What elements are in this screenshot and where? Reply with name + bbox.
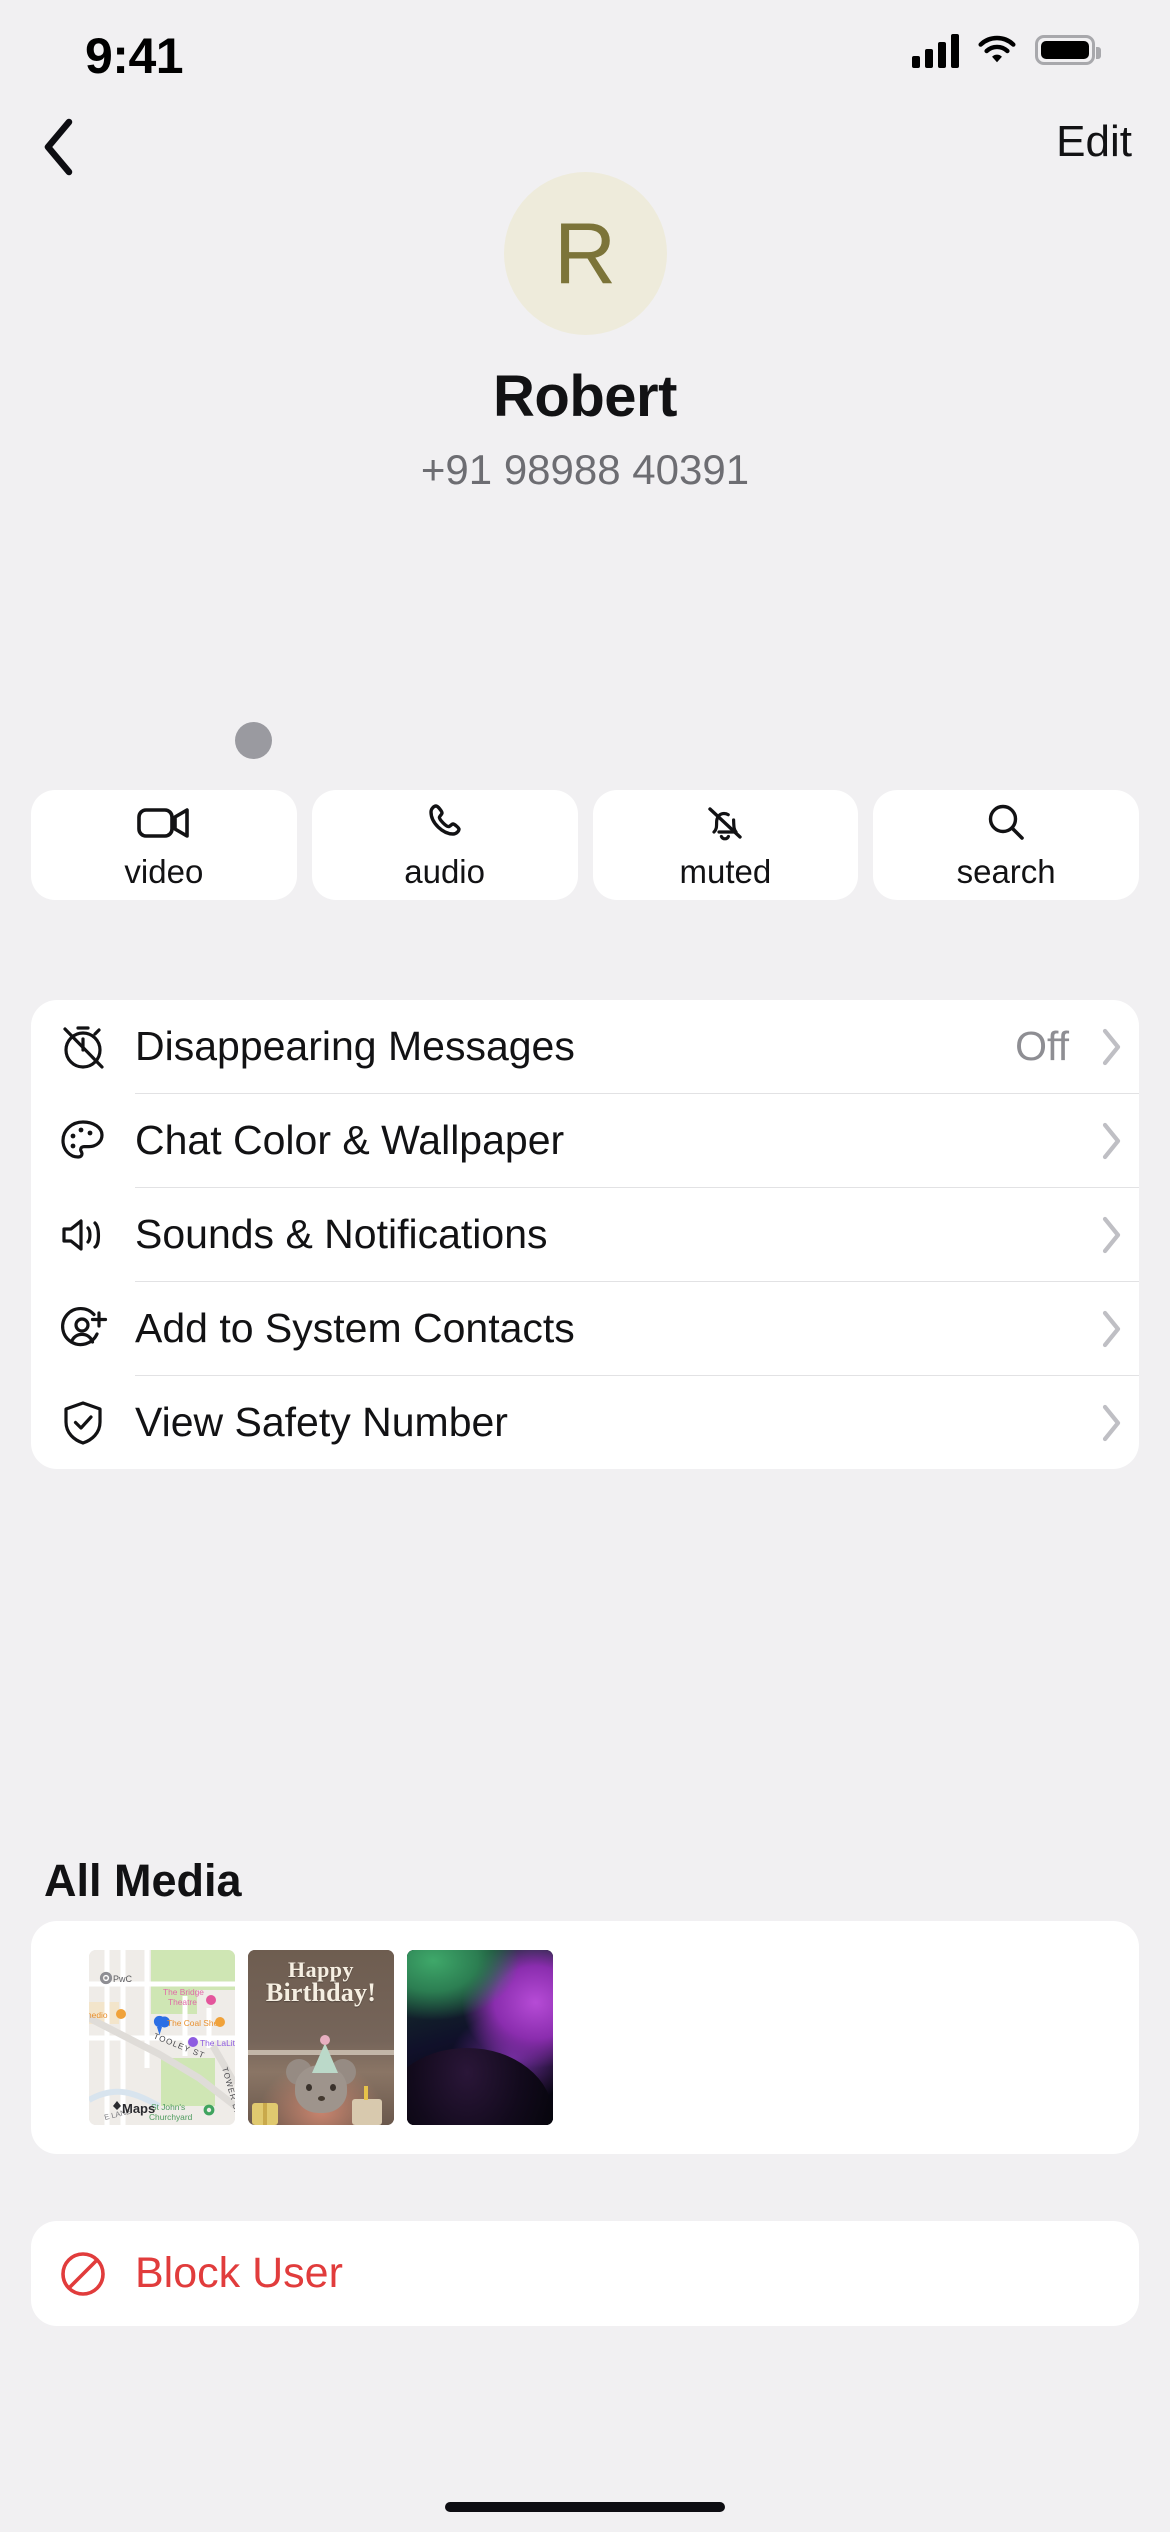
svg-text:The Bridge: The Bridge: [163, 1987, 204, 1997]
map-graphic: PwC The Bridge Theatre nedio The Coal Sh…: [89, 1950, 235, 2125]
chevron-left-icon: [44, 118, 73, 176]
row-label: Disappearing Messages: [135, 1023, 575, 1069]
avatar-initial: R: [553, 205, 617, 302]
status-bar: 9:41: [0, 0, 1170, 105]
audio-call-button[interactable]: audio: [311, 790, 578, 900]
edit-button[interactable]: Edit: [1056, 117, 1132, 167]
video-call-button[interactable]: video: [31, 790, 297, 900]
status-bar-indicators: [912, 32, 1101, 68]
row-label: Add to System Contacts: [135, 1305, 575, 1351]
row-label: Chat Color & Wallpaper: [135, 1117, 565, 1163]
media-thumbnail-birthday[interactable]: Happy Birthday!: [248, 1950, 394, 2125]
video-camera-icon: [136, 800, 192, 846]
chevron-right-icon: [1085, 1216, 1139, 1254]
speaker-wave-icon: [31, 1208, 135, 1262]
chevron-right-icon: [1085, 1028, 1139, 1066]
row-sounds-notifications[interactable]: Sounds & Notifications: [31, 1188, 1139, 1281]
profile-header: R Robert +91 98988 40391: [0, 172, 1170, 494]
row-label: Sounds & Notifications: [135, 1211, 548, 1257]
search-label: search: [956, 852, 1056, 890]
home-indicator[interactable]: [445, 2502, 725, 2512]
battery-icon: [1035, 35, 1101, 65]
contact-phone-number: +91 98988 40391: [420, 446, 750, 493]
svg-text:The LaLit: The LaLit: [200, 2038, 235, 2048]
row-add-to-system-contacts[interactable]: Add to System Contacts: [31, 1282, 1139, 1375]
wifi-icon: [978, 35, 1016, 63]
svg-text:Maps: Maps: [122, 2101, 155, 2116]
audio-call-label: audio: [404, 852, 485, 890]
block-circle-slash-icon: [31, 2246, 135, 2302]
block-user-card[interactable]: Block User: [31, 2221, 1139, 2326]
row-disappearing-messages[interactable]: Disappearing Messages Off: [31, 1000, 1139, 1093]
svg-text:The Coal Shed: The Coal Shed: [167, 2018, 223, 2028]
media-thumbnail-strip[interactable]: PwC The Bridge Theatre nedio The Coal Sh…: [89, 1950, 1139, 2125]
contact-details-screen: 9:41 Edit R Robert +91 98988 40391 video…: [0, 0, 1170, 2532]
cake: [352, 2086, 382, 2125]
person-plus-icon: [31, 1302, 135, 1356]
timer-off-icon: [31, 1020, 135, 1074]
all-media-card: PwC The Bridge Theatre nedio The Coal Sh…: [31, 1921, 1139, 2154]
row-label: View Safety Number: [135, 1399, 508, 1445]
chevron-right-icon: [1085, 1404, 1139, 1442]
svg-text:Theatre: Theatre: [168, 1997, 197, 2007]
back-button[interactable]: [22, 113, 94, 181]
block-user-label: Block User: [135, 2249, 343, 2297]
contact-name: Robert: [493, 364, 677, 429]
mute-label: muted: [679, 852, 772, 890]
touch-indicator: [235, 722, 272, 759]
media-thumbnail-map[interactable]: PwC The Bridge Theatre nedio The Coal Sh…: [89, 1950, 235, 2125]
row-chat-color-wallpaper[interactable]: Chat Color & Wallpaper: [31, 1094, 1139, 1187]
chevron-right-icon: [1085, 1122, 1139, 1160]
svg-text:St John's: St John's: [151, 2102, 185, 2112]
svg-text:Churchyard: Churchyard: [149, 2112, 193, 2122]
search-button[interactable]: search: [873, 790, 1139, 900]
mute-button[interactable]: muted: [592, 790, 859, 900]
birthday-text-line-2: Birthday!: [265, 1978, 377, 2007]
quick-actions-row: video audio muted search: [31, 790, 1139, 900]
svg-text:nedio: nedio: [89, 2010, 108, 2020]
row-view-safety-number[interactable]: View Safety Number: [31, 1376, 1139, 1469]
block-user-row[interactable]: Block User: [31, 2221, 1139, 2326]
settings-list-card: Disappearing Messages Off Chat Color & W…: [31, 1000, 1139, 1469]
shield-check-icon: [31, 1396, 135, 1450]
palette-icon: [31, 1114, 135, 1168]
chevron-right-icon: [1085, 1310, 1139, 1348]
phone-icon: [423, 800, 467, 846]
gift-box: [252, 2103, 278, 2125]
bell-slash-icon: [702, 800, 748, 846]
disappearing-messages-value: Off: [1015, 1023, 1069, 1069]
status-bar-time: 9:41: [85, 28, 184, 84]
plush-mouse: [286, 2035, 356, 2113]
all-media-title: All Media: [44, 1855, 242, 1906]
avatar[interactable]: R: [503, 172, 667, 335]
media-thumbnail-gradient[interactable]: [407, 1950, 553, 2125]
signal-bars-icon: [912, 32, 959, 68]
svg-text:PwC: PwC: [113, 1974, 133, 1984]
video-call-label: video: [124, 852, 204, 890]
magnifier-icon: [984, 800, 1028, 846]
